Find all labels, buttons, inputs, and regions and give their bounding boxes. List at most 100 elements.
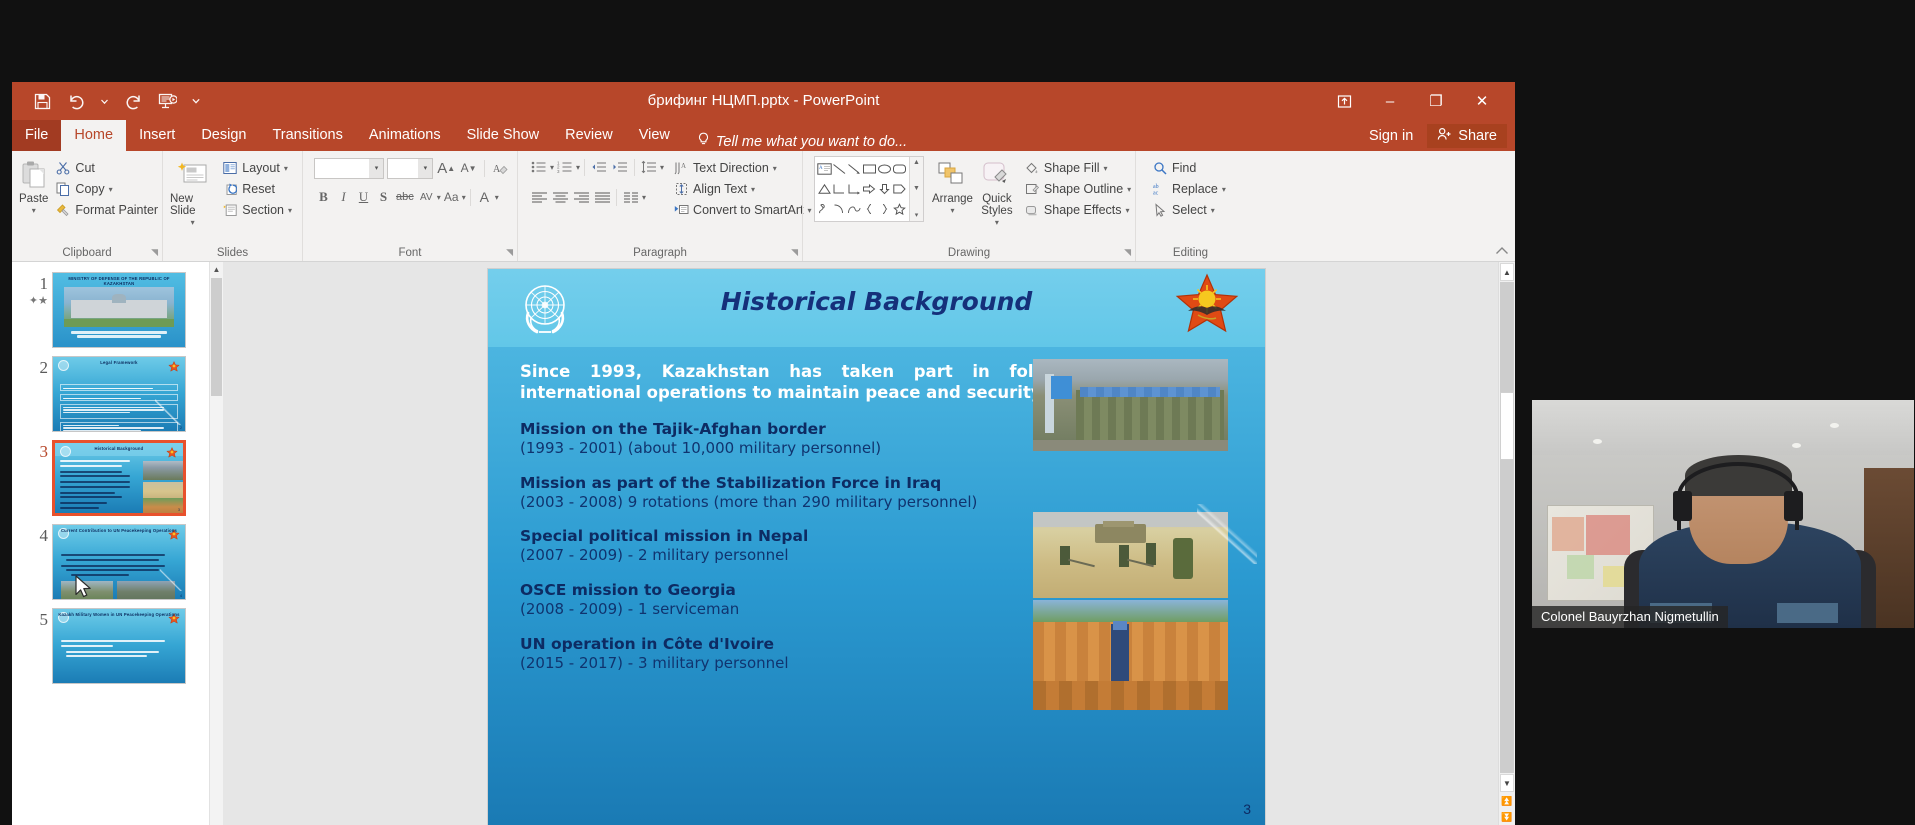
shape-fill-caret-icon[interactable]: ▾ (1104, 164, 1108, 173)
shape-curve-icon[interactable] (847, 199, 862, 219)
tell-me-search[interactable]: Tell me what you want to do... (697, 132, 907, 151)
replace-caret-icon[interactable]: ▾ (1222, 185, 1226, 194)
shape-effects-caret-icon[interactable]: ▾ (1126, 206, 1130, 215)
clear-formatting-button[interactable]: A (491, 157, 510, 179)
thumbnails-scrollbar[interactable]: ▲ (209, 262, 223, 825)
copy-button[interactable]: Copy ▾ (52, 179, 161, 199)
shape-triangle-icon[interactable] (817, 179, 832, 199)
numbering-caret-icon[interactable]: ▾ (576, 163, 580, 172)
character-spacing-button[interactable]: AV (417, 186, 436, 208)
arrange-button[interactable]: Arrange ▾ (932, 156, 973, 215)
increase-font-size-button[interactable]: A ▲ (436, 157, 456, 179)
thumbnail-slide-5[interactable]: 5 Kazakh Military Women in UN Peacekeepi… (12, 604, 209, 688)
slide-scroll-down-icon[interactable]: ▼ (1500, 774, 1514, 792)
bullets-caret-icon[interactable]: ▾ (550, 163, 554, 172)
decrease-font-size-button[interactable]: A ▼ (459, 157, 478, 179)
shape-rectangle-icon[interactable] (862, 159, 877, 179)
text-shadow-button[interactable]: S (374, 186, 393, 208)
thumbnail-slide-3[interactable]: 3 Historical Background 3 (12, 436, 209, 520)
shape-right-brace-icon[interactable] (877, 199, 892, 219)
tab-design[interactable]: Design (188, 120, 259, 151)
shapes-gallery-scrollbar[interactable]: ▲ ▼ ▾ (909, 157, 923, 221)
shape-outline-caret-icon[interactable]: ▾ (1127, 185, 1131, 194)
shape-text-box-icon[interactable]: A (817, 159, 832, 179)
tab-review[interactable]: Review (552, 120, 626, 151)
tab-slide-show[interactable]: Slide Show (454, 120, 553, 151)
thumbnail-frame[interactable]: Kazakh Military Women in UN Peacekeeping… (52, 608, 186, 684)
collapse-ribbon-icon[interactable] (1495, 245, 1509, 259)
shape-arc-icon[interactable] (832, 199, 847, 219)
thumbnail-frame-selected[interactable]: Historical Background 3 (52, 440, 186, 516)
shape-scribble-icon[interactable] (817, 199, 832, 219)
change-case-button[interactable]: Aa (442, 186, 461, 208)
thumbnail-frame[interactable]: Current Contribution to UN Peacekeeping … (52, 524, 186, 600)
section-button[interactable]: Section ▾ (219, 200, 295, 220)
slide-editor[interactable]: Historical Background Since 1993, Kazakh… (223, 262, 1515, 825)
share-button[interactable]: Share (1427, 123, 1507, 148)
shape-left-brace-icon[interactable] (862, 199, 877, 219)
font-color-caret-icon[interactable]: ▾ (495, 193, 499, 202)
new-slide-caret-icon[interactable]: ▾ (191, 218, 195, 227)
copy-caret-icon[interactable]: ▾ (109, 185, 113, 194)
strikethrough-button[interactable]: abc (394, 186, 416, 208)
tab-animations[interactable]: Animations (356, 120, 454, 151)
thumbnails-scroll-thumb[interactable] (211, 278, 222, 396)
font-size-dropdown-icon[interactable]: ▾ (418, 158, 433, 178)
paste-button[interactable]: Paste ▾ (19, 156, 48, 215)
font-size-input[interactable]: ▾ (387, 157, 434, 179)
select-button[interactable]: Select ▾ (1149, 200, 1238, 220)
ribbon-display-options-icon[interactable] (1321, 82, 1367, 120)
shape-oval-icon[interactable] (877, 159, 892, 179)
gallery-scroll-down-icon[interactable]: ▼ (913, 185, 920, 192)
arrange-caret-icon[interactable]: ▾ (950, 206, 954, 215)
shapes-gallery[interactable]: A ▲ ▼ ▾ (814, 156, 924, 222)
cut-button[interactable]: Cut (52, 158, 161, 178)
shape-line-icon[interactable] (832, 159, 847, 179)
tab-home[interactable]: Home (61, 120, 127, 151)
section-caret-icon[interactable]: ▾ (288, 206, 292, 215)
clipboard-dialog-launcher[interactable]: ◥ (151, 247, 158, 258)
paste-caret-icon[interactable]: ▾ (32, 206, 36, 215)
line-spacing-caret-icon[interactable]: ▾ (660, 163, 664, 172)
drawing-dialog-launcher[interactable]: ◥ (1124, 247, 1131, 258)
justify-button[interactable] (592, 187, 612, 207)
italic-button[interactable]: I (334, 186, 353, 208)
shape-outline-button[interactable]: Shape Outline ▾ (1021, 179, 1134, 199)
next-slide-button[interactable]: ⏬ (1499, 809, 1515, 825)
shape-star-icon[interactable] (892, 199, 907, 219)
tab-file[interactable]: File (12, 120, 62, 151)
align-text-button[interactable]: Align Text ▾ (670, 179, 814, 199)
paragraph-dialog-launcher[interactable]: ◥ (791, 247, 798, 258)
align-left-button[interactable] (529, 187, 549, 207)
decrease-indent-button[interactable] (589, 157, 609, 177)
previous-slide-button[interactable]: ⏫ (1499, 793, 1515, 809)
find-button[interactable]: Find (1149, 158, 1238, 178)
new-slide-button[interactable]: New Slide ▾ (170, 156, 215, 227)
numbering-button[interactable]: 123 (555, 157, 575, 177)
shape-arrow-line-icon[interactable] (847, 159, 862, 179)
current-slide[interactable]: Historical Background Since 1993, Kazakh… (488, 269, 1265, 825)
layout-button[interactable]: Layout ▾ (219, 158, 295, 178)
quick-styles-button[interactable]: Quick Styles ▾ (981, 156, 1013, 227)
font-name-input[interactable]: ▾ (314, 157, 385, 179)
thumbnail-frame[interactable]: Legal Framework 2 (52, 356, 186, 432)
tab-transitions[interactable]: Transitions (259, 120, 355, 151)
minimize-button[interactable]: – (1367, 82, 1413, 120)
slide-thumbnails-pane[interactable]: 1 ✦★ MINISTRY OF DEFENSE OF THE REPUBLIC… (12, 262, 223, 825)
text-direction-button[interactable]: A Text Direction ▾ (670, 158, 814, 178)
character-spacing-caret-icon[interactable]: ▾ (437, 193, 441, 202)
close-button[interactable]: ✕ (1459, 82, 1505, 120)
shape-down-arrow-icon[interactable] (877, 179, 892, 199)
shape-rounded-rectangle-icon[interactable] (892, 159, 907, 179)
text-direction-caret-icon[interactable]: ▾ (773, 164, 777, 173)
align-center-button[interactable] (550, 187, 570, 207)
shape-elbow-connector-icon[interactable] (832, 179, 847, 199)
thumbnail-frame[interactable]: MINISTRY OF DEFENSE OF THE REPUBLIC OF K… (52, 272, 186, 348)
columns-button[interactable] (621, 187, 641, 207)
font-name-dropdown-icon[interactable]: ▾ (369, 158, 384, 178)
line-spacing-button[interactable] (639, 157, 659, 177)
increase-indent-button[interactable] (610, 157, 630, 177)
tab-view[interactable]: View (626, 120, 683, 151)
video-participant-tile[interactable]: Colonel Bauyrzhan Nigmetullin (1532, 400, 1914, 628)
tab-insert[interactable]: Insert (126, 120, 188, 151)
